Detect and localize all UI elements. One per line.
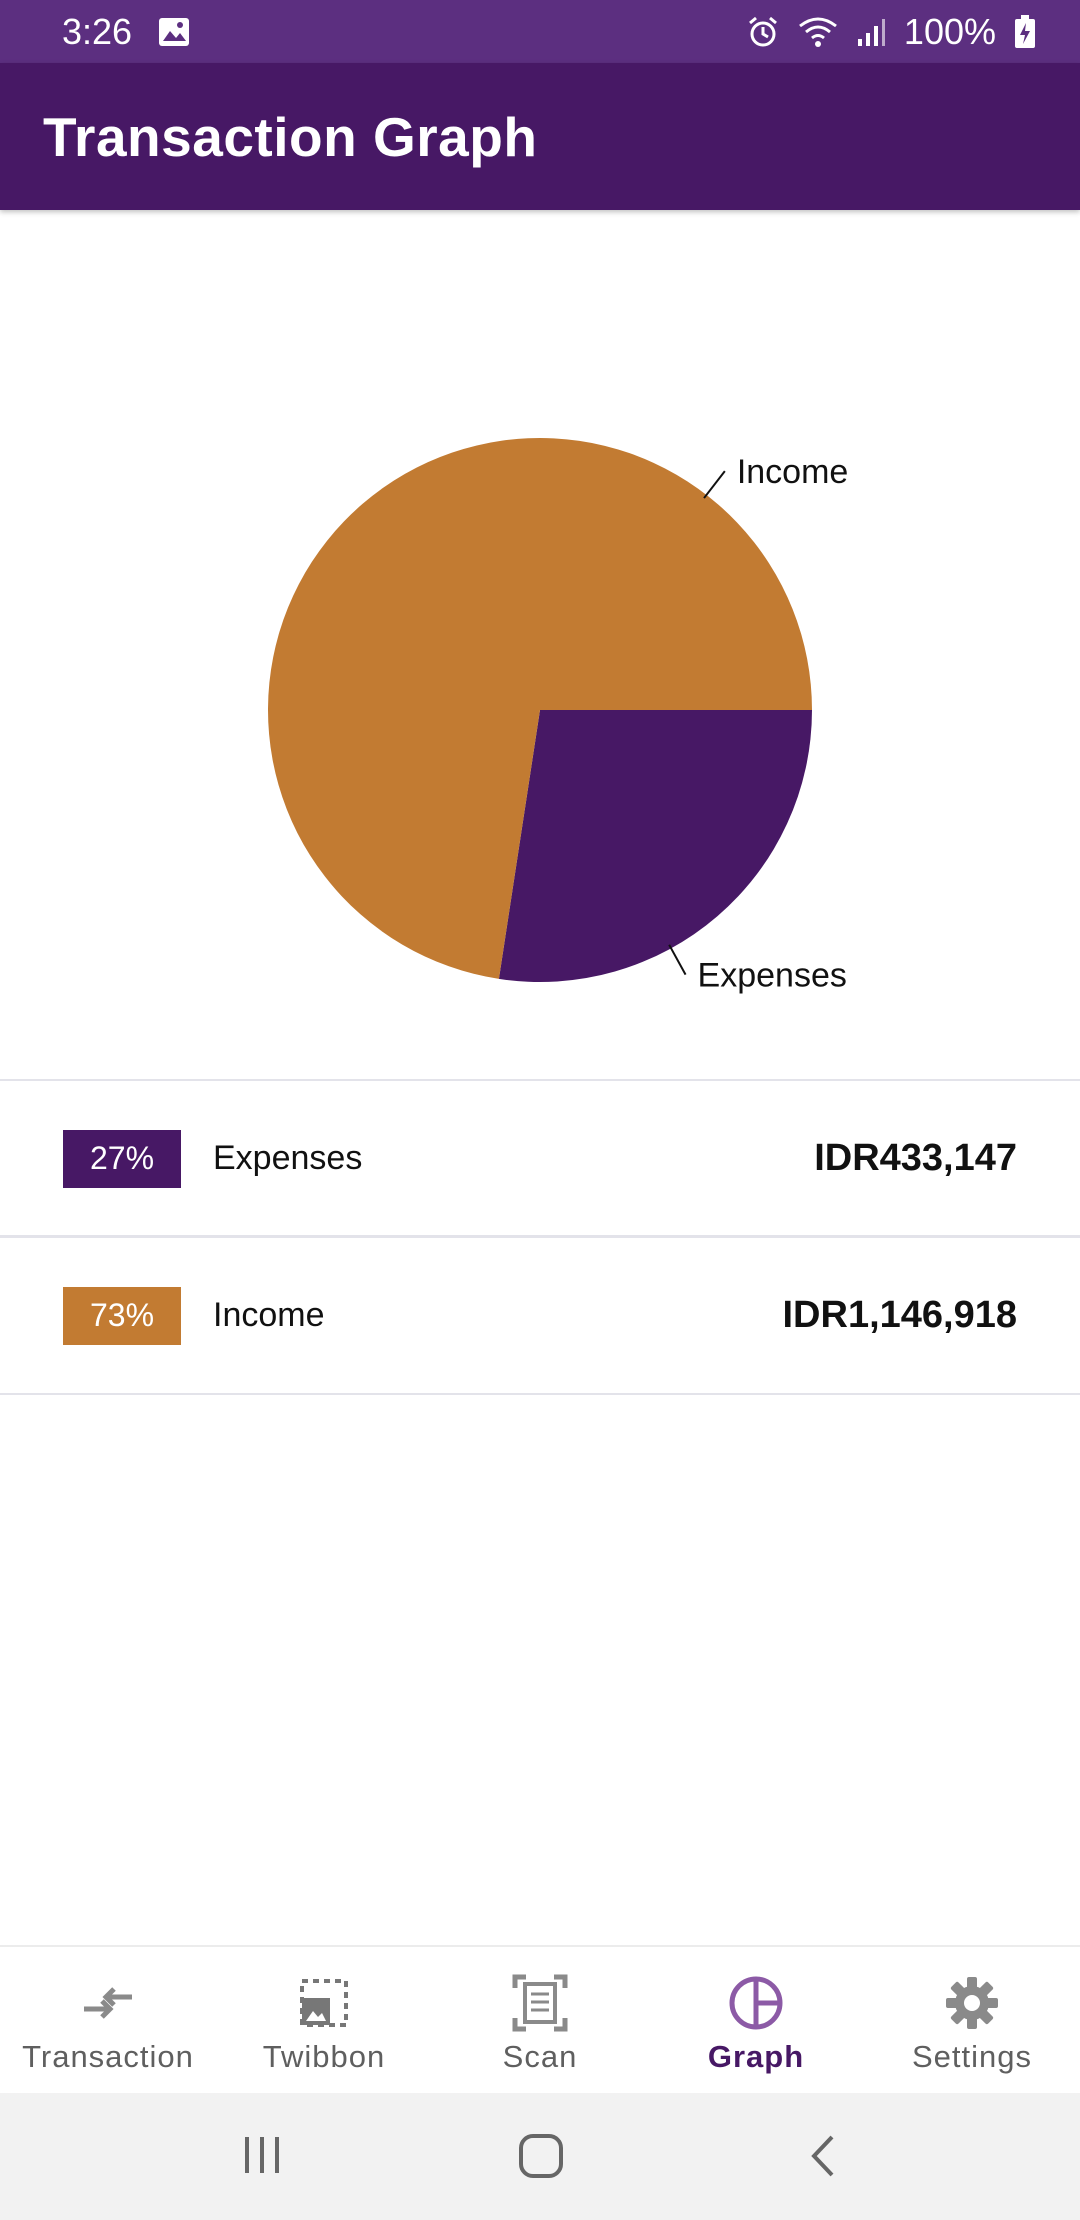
alarm-icon [746, 15, 780, 49]
pie-chart: Expenses Income [0, 210, 1080, 1080]
divider [0, 1393, 1080, 1395]
nav-label-settings: Settings [911, 2039, 1032, 2074]
nav-item-scan[interactable]: Scan [432, 1947, 648, 2095]
pie-label-expenses: Expenses [698, 957, 847, 995]
legend-row-income[interactable]: 73% Income IDR1,146,918 [0, 1238, 1080, 1393]
income-percent-badge: 73% [63, 1286, 181, 1345]
page-title: Transaction Graph [43, 105, 538, 168]
scan-document-icon [510, 1973, 570, 2033]
wifi-icon [798, 16, 838, 48]
nav-item-transaction[interactable]: Transaction [0, 1947, 216, 2095]
expenses-label: Expenses [213, 1139, 363, 1177]
nav-item-settings[interactable]: Settings [864, 1947, 1080, 2095]
gear-icon [942, 1973, 1002, 2033]
bottom-navigation: Transaction Twibbon Scan Graph Settings [0, 1945, 1080, 2093]
image-icon [158, 17, 190, 47]
pie-slice-expenses [498, 710, 812, 982]
signal-icon [856, 17, 886, 47]
frame-image-icon [294, 1973, 354, 2033]
pie-chart-icon [726, 1973, 786, 2033]
nav-label-scan: Scan [502, 2039, 578, 2074]
back-icon[interactable] [806, 2133, 840, 2184]
expenses-amount: IDR433,147 [814, 1137, 1017, 1179]
expenses-percent-badge: 27% [63, 1129, 181, 1188]
home-icon[interactable] [518, 2133, 564, 2184]
system-navigation-bar [0, 2093, 1080, 2220]
transfer-arrows-icon [78, 1973, 138, 2033]
status-bar: 3:26 100% [0, 0, 1080, 63]
battery-charging-icon [1014, 14, 1036, 49]
nav-item-twibbon[interactable]: Twibbon [216, 1947, 432, 2095]
income-amount: IDR1,146,918 [782, 1294, 1018, 1336]
nav-item-graph[interactable]: Graph [648, 1947, 864, 2095]
income-label: Income [213, 1296, 325, 1334]
recents-icon[interactable] [242, 2133, 282, 2182]
battery-text: 100% [903, 10, 996, 52]
leader-line-income [703, 470, 726, 499]
nav-label-graph: Graph [707, 2039, 805, 2074]
legend-row-expenses[interactable]: 27% Expenses IDR433,147 [0, 1081, 1080, 1236]
pie-chart-svg: Expenses Income [268, 438, 849, 995]
leader-line-expenses [668, 944, 687, 976]
nav-label-twibbon: Twibbon [262, 2039, 386, 2074]
status-time: 3:26 [62, 10, 133, 52]
nav-label-transaction: Transaction [22, 2039, 194, 2074]
pie-label-income: Income [737, 453, 849, 491]
app-bar: Transaction Graph [0, 63, 1080, 210]
